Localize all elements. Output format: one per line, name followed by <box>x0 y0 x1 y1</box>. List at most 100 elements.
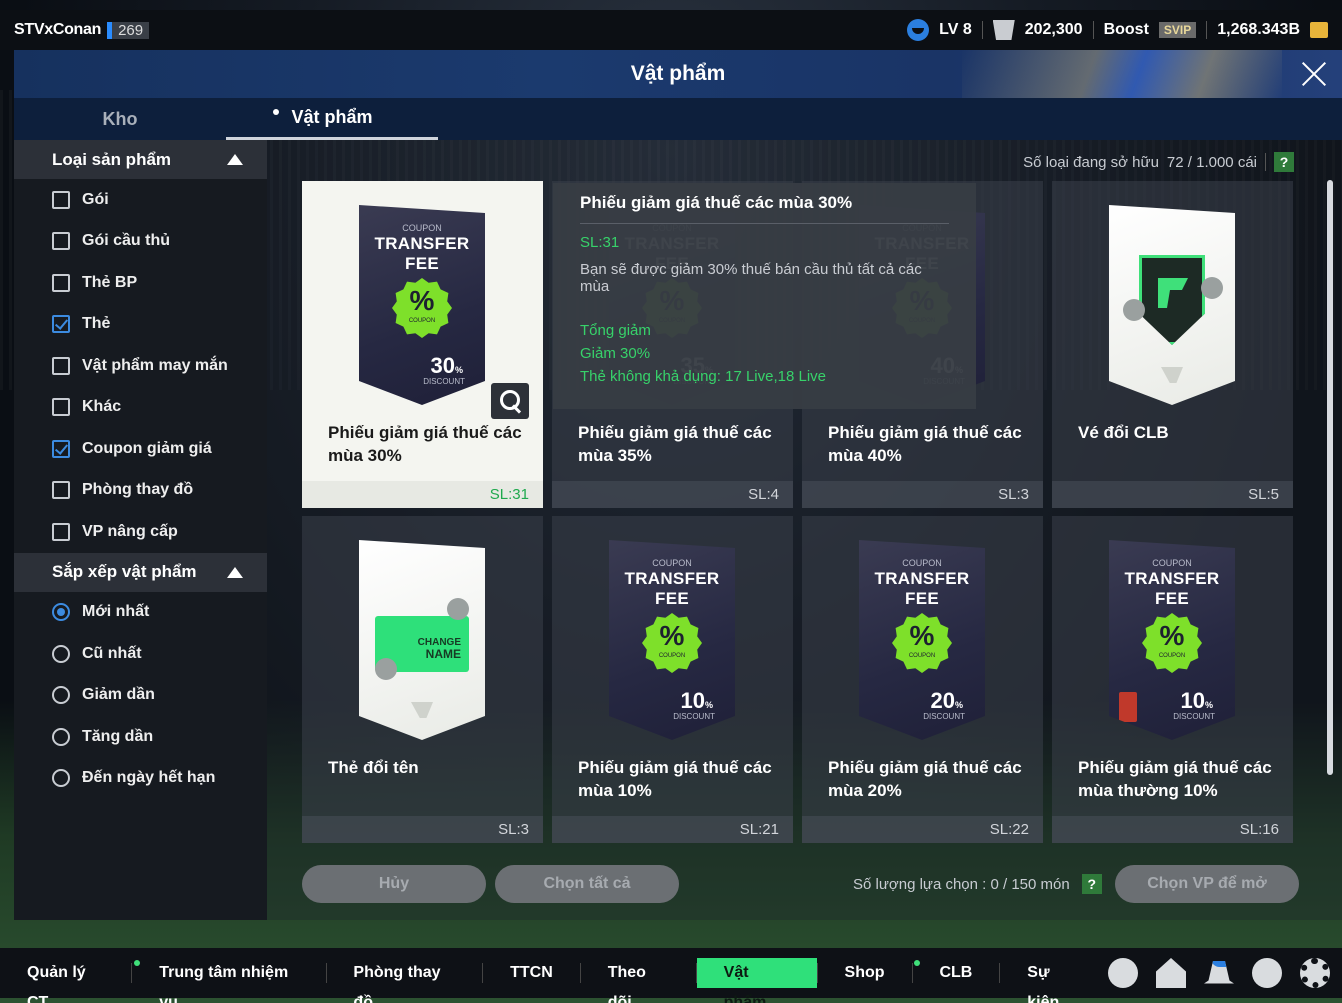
filter-item[interactable]: Vật phẩm may mắn <box>14 345 267 387</box>
checkbox-icon[interactable] <box>52 356 70 375</box>
transfer-fee-coupon-image: COUPON TRANSFER FEE% COUPON 30% DISCOUNT <box>359 205 485 405</box>
home-badge: 6 <box>1175 958 1186 967</box>
profile-icon[interactable] <box>1252 958 1282 988</box>
sort-option[interactable]: Cũ nhất <box>14 633 267 675</box>
percent-small: % <box>454 365 463 375</box>
item-name: Thẻ đổi tên <box>328 758 419 777</box>
checkbox-icon[interactable] <box>52 522 70 541</box>
gear-icon[interactable] <box>1300 958 1330 988</box>
radio-icon[interactable] <box>52 644 70 663</box>
radio-selected-icon[interactable] <box>52 603 70 622</box>
nav-item[interactable]: Quản lý CT <box>0 958 131 1003</box>
item-card[interactable]: Vé đổi CLB SL:5 <box>1052 181 1293 508</box>
chat-icon[interactable] <box>1108 958 1138 988</box>
collapse-arrow-icon[interactable] <box>227 566 243 578</box>
nav-item[interactable]: TTCN <box>483 958 580 988</box>
filter-item[interactable]: Gói <box>14 179 267 221</box>
header-decoration <box>962 50 1282 98</box>
user-level: 269 <box>107 21 150 39</box>
radio-icon[interactable] <box>52 769 70 788</box>
item-card[interactable]: CHANGE NAME Thẻ đổi tên SL:3 <box>302 516 543 843</box>
sort-label: Đến ngày hết hạn <box>82 769 216 787</box>
tab-storage[interactable]: Kho <box>14 98 226 140</box>
filter-item[interactable]: Thẻ <box>14 304 267 346</box>
cancel-button[interactable]: Hủy <box>302 865 486 903</box>
close-icon[interactable] <box>1298 58 1330 90</box>
filter-item[interactable]: Thẻ BP <box>14 262 267 304</box>
nav-item[interactable]: Trung tâm nhiệm vụ <box>132 958 325 1003</box>
radio-icon[interactable] <box>52 727 70 746</box>
home-icon[interactable]: 6 <box>1156 958 1186 988</box>
filter-item[interactable]: VP nâng cấp <box>14 511 267 553</box>
collapse-arrow-icon[interactable] <box>227 154 243 165</box>
item-card[interactable]: COUPON TRANSFER FEE% COUPON 30% DISCOUNT Phiế… <box>302 181 543 508</box>
nav-label: Phòng thay đồ <box>353 964 441 1003</box>
percent-badge-icon: %COUPON <box>1142 613 1202 673</box>
percent-small: % <box>704 700 713 710</box>
level-face-icon <box>907 19 930 41</box>
nav-item[interactable]: Sự kiện <box>1000 958 1108 1003</box>
sort-option[interactable]: Giảm dần <box>14 675 267 717</box>
filter-label: Coupon giảm giá <box>82 439 212 457</box>
filter-label: Thẻ BP <box>82 273 138 291</box>
sort-section-header[interactable]: Sắp xếp vật phẩm <box>14 552 267 592</box>
sort-label: Giảm dần <box>82 686 155 704</box>
filter-section-header[interactable]: Loại sản phẩm <box>14 140 267 179</box>
tooltip-description: Bạn sẽ được giảm 30% thuế bán cầu thủ tấ… <box>580 261 922 295</box>
filter-item[interactable]: Coupon giảm giá <box>14 428 267 470</box>
tab-bar: Kho Vật phẩm <box>14 98 1342 140</box>
transfer-fee-coupon-image: COUPON TRANSFER FEE% COUPON 10% DISCOUNT <box>609 540 735 740</box>
window-header: Vật phẩm <box>14 50 1342 98</box>
bottom-nav: Quản lý CT Trung tâm nhiệm vụ Phòng thay đ… <box>0 948 1342 1003</box>
checkbox-icon[interactable] <box>52 481 70 500</box>
filter-item[interactable]: Phòng thay đồ <box>14 470 267 512</box>
checkbox-icon[interactable] <box>52 273 70 292</box>
selection-count: Số lượng lựa chọn : 0 / 150 món ? <box>853 874 1102 894</box>
zoom-search-icon[interactable] <box>491 383 529 419</box>
nav-item[interactable]: Shop <box>818 958 912 988</box>
item-card[interactable]: COUPON TRANSFER FEE% COUPON 10% DISCOUNT Phiế… <box>1052 516 1293 843</box>
nav-item[interactable]: CLB <box>912 958 999 988</box>
help-icon[interactable]: ? <box>1274 152 1294 172</box>
item-name: Phiếu giảm giá thuế các mùa 30% <box>328 423 522 465</box>
percent-badge-icon: %COUPON <box>392 278 452 338</box>
boost-label[interactable]: Boost <box>1104 21 1149 39</box>
scrollbar[interactable] <box>1327 180 1333 775</box>
checkbox-icon[interactable] <box>52 232 70 251</box>
help-icon[interactable]: ? <box>1081 874 1102 894</box>
scrollbar-thumb[interactable] <box>1327 180 1333 775</box>
coupon-title: TRANSFER FEE <box>624 569 720 608</box>
bell-icon[interactable]: 99+ <box>1204 961 1234 984</box>
checkbox-icon[interactable] <box>52 190 70 209</box>
coupon-word: COUPON <box>658 653 686 659</box>
sort-option[interactable]: Mới nhất <box>14 592 267 634</box>
tab-items[interactable]: Vật phẩm <box>226 98 438 140</box>
checkbox-checked-icon[interactable] <box>52 315 70 334</box>
swap-arrow-icon <box>375 658 397 680</box>
select-all-button[interactable]: Chọn tất cả <box>495 865 679 903</box>
coupon-value-number: 20 <box>930 688 955 713</box>
nav-item[interactable]: Vật phẩm <box>696 958 817 1003</box>
tooltip-title: Phiếu giảm giá thuế các mùa 30% <box>580 193 949 224</box>
checkbox-checked-icon[interactable] <box>52 439 70 458</box>
item-card[interactable]: COUPON TRANSFER FEE% COUPON 20% DISCOUNT Phiế… <box>802 516 1043 843</box>
filter-label: Phòng thay đồ <box>82 481 194 499</box>
sort-option[interactable]: Đến ngày hết hạn <box>14 758 267 800</box>
filter-item[interactable]: Khác <box>14 387 267 429</box>
item-quantity: SL:5 <box>1052 481 1293 508</box>
selection-count-label: Số lượng lựa chọn : 0 / 150 món <box>853 875 1070 893</box>
swap-arrow-icon <box>1201 277 1223 299</box>
radio-icon[interactable] <box>52 686 70 705</box>
nav-item[interactable]: Theo dõi <box>581 958 696 1003</box>
coupon-value: 20% <box>931 688 964 714</box>
checkbox-icon[interactable] <box>52 398 70 417</box>
username[interactable]: STVxConan <box>14 21 101 39</box>
sort-option[interactable]: Tăng dần <box>14 716 267 758</box>
open-items-button[interactable]: Chọn VP để mở <box>1115 865 1299 903</box>
item-name: Phiếu giảm giá thuế các mùa 35% <box>578 423 772 465</box>
nav-item[interactable]: Phòng thay đồ <box>326 958 482 1003</box>
filter-label: VP nâng cấp <box>82 522 178 540</box>
item-card[interactable]: COUPON TRANSFER FEE% COUPON 10% DISCOUNT Phiế… <box>552 516 793 843</box>
filter-item[interactable]: Gói cầu thủ <box>14 221 267 263</box>
coupon-small-text: COUPON <box>1152 558 1192 568</box>
